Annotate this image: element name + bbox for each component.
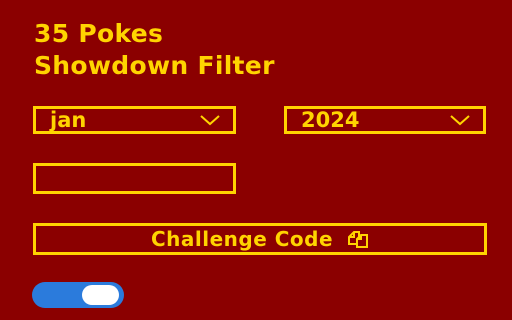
code-input[interactable] (33, 163, 236, 194)
month-select-value: jan (50, 108, 87, 132)
challenge-code-label: Challenge Code (150, 227, 334, 251)
year-select[interactable]: 2024 (284, 106, 486, 134)
chevron-down-icon (200, 115, 220, 126)
title-line-1: 35 Pokes (34, 19, 164, 48)
copy-icon (348, 231, 369, 248)
chevron-down-icon (450, 115, 470, 126)
page-title: 35 Pokes Showdown Filter (34, 18, 275, 82)
challenge-code-button[interactable]: Challenge Code (33, 223, 487, 255)
title-line-2: Showdown Filter (34, 51, 275, 80)
feature-toggle[interactable] (32, 282, 124, 308)
year-select-value: 2024 (301, 108, 360, 132)
month-select[interactable]: jan (33, 106, 236, 134)
toggle-knob (82, 285, 119, 305)
